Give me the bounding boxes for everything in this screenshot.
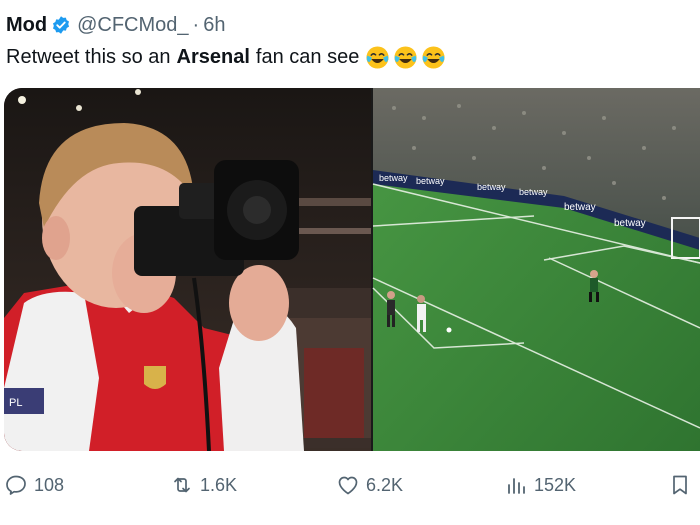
ad-board-text: betway [519, 187, 548, 197]
tweet-header: Mod @CFCMod_ · 6h [6, 12, 225, 38]
ball-figure [446, 327, 452, 333]
tweet-media[interactable]: PL betway betway betway betway betway be… [4, 88, 700, 451]
separator-dot: · [192, 13, 200, 36]
tweet-text-end: fan can see [255, 45, 360, 68]
left-image-player-camera: PL [4, 88, 371, 451]
ad-board-text: betway [477, 182, 506, 192]
retweet-button[interactable]: 1.6K [170, 470, 237, 500]
author-handle[interactable]: @CFCMod_ [77, 14, 188, 37]
ad-board-text: betway [416, 176, 445, 186]
face-with-tears-of-joy-icon [421, 45, 446, 70]
ad-board-text: betway [379, 173, 408, 183]
tweet-text-start: Retweet this so an [6, 45, 171, 68]
tweet-time[interactable]: 6h [203, 14, 225, 37]
views-count: 152K [534, 474, 577, 495]
sleeve-patch-text: PL [9, 397, 22, 409]
ad-board-text: betway [564, 202, 596, 213]
heart-icon [338, 476, 358, 495]
tweet-text-bold: Arsenal [176, 45, 250, 68]
views-button[interactable]: 152K [504, 470, 576, 500]
like-count: 6.2K [366, 474, 404, 495]
reply-count: 108 [34, 474, 65, 495]
retweet-count: 1.6K [200, 474, 238, 495]
bookmark-icon [673, 475, 687, 495]
reply-icon [6, 475, 26, 495]
ad-board-text: betway [614, 218, 646, 229]
bookmark-button[interactable] [668, 470, 692, 500]
retweet-icon [174, 477, 190, 493]
like-button[interactable]: 6.2K [336, 470, 403, 500]
tweet-actions-bar: 108 1.6K 6.2K 152K [0, 470, 700, 500]
tweet-text: Retweet this so an Arsenal fan can see [6, 42, 446, 72]
verified-badge-icon[interactable] [51, 15, 71, 35]
face-with-tears-of-joy-icon [393, 45, 418, 70]
right-image-football-pitch: betway betway betway betway betway betwa… [372, 88, 700, 451]
views-chart-icon [508, 478, 525, 494]
reply-button[interactable]: 108 [4, 470, 64, 500]
face-with-tears-of-joy-icon [365, 45, 390, 70]
author-name[interactable]: Mod [6, 14, 47, 37]
